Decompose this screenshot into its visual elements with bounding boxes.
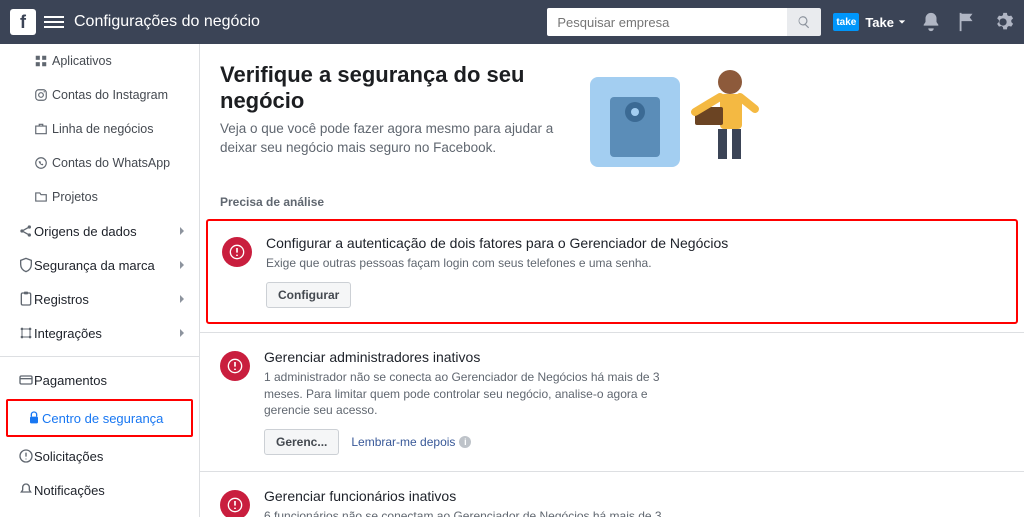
sidebar-item-label: Registros [34,292,89,307]
sidebar: Aplicativos Contas do Instagram Linha de… [0,44,200,517]
briefcase-icon [34,122,48,136]
card-description: Exige que outras pessoas façam login com… [266,255,676,272]
facebook-logo[interactable]: f [10,9,36,35]
sidebar-item-centro-seguranca[interactable]: Centro de segurança [8,401,191,435]
hero-title: Verifique a segurança do seu negócio [220,62,570,114]
sidebar-item-notificacoes[interactable]: Notificações [0,473,199,507]
search-input[interactable] [547,8,787,36]
share-icon [18,223,34,239]
remind-later-link[interactable]: Lembrar-me depois i [351,435,471,449]
integrations-icon [18,325,34,341]
alert-icon [222,237,252,267]
sidebar-item-label: Linha de negócios [52,122,153,136]
bell-outline-icon [18,482,34,498]
sidebar-item-registros[interactable]: Registros [0,282,199,316]
sidebar-item-pagamentos[interactable]: Pagamentos [0,363,199,397]
section-label-review: Precisa de análise [200,185,1024,215]
lock-icon [26,410,42,426]
sidebar-item-origens-dados[interactable]: Origens de dados [0,214,199,248]
clipboard-icon [18,291,34,307]
info-icon: i [459,436,471,448]
apps-icon [34,54,48,68]
shield-icon [18,257,34,273]
configure-button[interactable]: Configurar [266,282,351,308]
hero-illustration [580,62,780,175]
manage-button[interactable]: Gerenc... [264,429,339,455]
card-title: Gerenciar administradores inativos [264,349,1004,365]
brand-name: Take [865,15,894,30]
folder-icon [34,190,48,204]
page-title: Configurações do negócio [74,13,260,31]
hamburger-icon[interactable] [44,12,64,32]
bell-icon[interactable] [920,11,942,33]
sidebar-item-label: Centro de segurança [42,411,163,426]
chevron-right-icon [177,226,187,236]
sidebar-item-label: Contas do Instagram [52,88,168,102]
card-description: 6 funcionários não se conectam ao Gerenc… [264,508,674,517]
search-icon [797,15,811,29]
card-title: Configurar a autenticação de dois fatore… [266,235,1002,251]
sidebar-item-linha-negocios[interactable]: Linha de negócios [0,112,199,146]
hero: Verifique a segurança do seu negócio Vej… [200,44,1024,185]
sidebar-item-aplicativos[interactable]: Aplicativos [0,44,199,78]
brand-logo: take [833,13,859,31]
sidebar-item-label: Integrações [34,326,102,341]
sidebar-item-integracoes[interactable]: Integrações [0,316,199,350]
security-card-inactive-employees: Gerenciar funcionários inativos 6 funcio… [200,471,1024,517]
remind-label: Lembrar-me depois [351,435,455,449]
card-description: 1 administrador não se conecta ao Gerenc… [264,369,674,419]
sidebar-item-label: Contas do WhatsApp [52,156,170,170]
chevron-down-icon [898,18,906,26]
sidebar-item-whatsapp[interactable]: Contas do WhatsApp [0,146,199,180]
chevron-right-icon [177,294,187,304]
sidebar-item-instagram[interactable]: Contas do Instagram [0,78,199,112]
sidebar-item-label: Notificações [34,483,105,498]
sidebar-item-label: Pagamentos [34,373,107,388]
security-card-inactive-admins: Gerenciar administradores inativos 1 adm… [200,332,1024,471]
chevron-right-icon [177,328,187,338]
card-title: Gerenciar funcionários inativos [264,488,1004,504]
sidebar-item-info-empresa[interactable]: Informações da empresa [0,507,199,517]
alert-icon [220,490,250,517]
sidebar-item-label: Origens de dados [34,224,137,239]
highlight-box: Centro de segurança [6,399,193,437]
alert-icon [220,351,250,381]
sidebar-item-seguranca-marca[interactable]: Segurança da marca [0,248,199,282]
topbar: f Configurações do negócio take Take [0,0,1024,44]
sidebar-item-label: Solicitações [34,449,103,464]
gear-icon[interactable] [992,11,1014,33]
hero-subtitle: Veja o que você pode fazer agora mesmo p… [220,120,570,158]
whatsapp-icon [34,156,48,170]
search-button[interactable] [787,8,821,36]
sidebar-item-projetos[interactable]: Projetos [0,180,199,214]
main-content: Verifique a segurança do seu negócio Vej… [200,44,1024,517]
chevron-right-icon [177,260,187,270]
request-icon [18,448,34,464]
sidebar-item-label: Aplicativos [52,54,112,68]
account-switcher[interactable]: take Take [833,13,906,31]
card-icon [18,372,34,388]
security-card-2fa: Configurar a autenticação de dois fatore… [206,219,1018,324]
flag-icon[interactable] [956,11,978,33]
sidebar-item-label: Segurança da marca [34,258,155,273]
instagram-icon [34,88,48,102]
sidebar-item-label: Projetos [52,190,98,204]
sidebar-item-solicitacoes[interactable]: Solicitações [0,439,199,473]
